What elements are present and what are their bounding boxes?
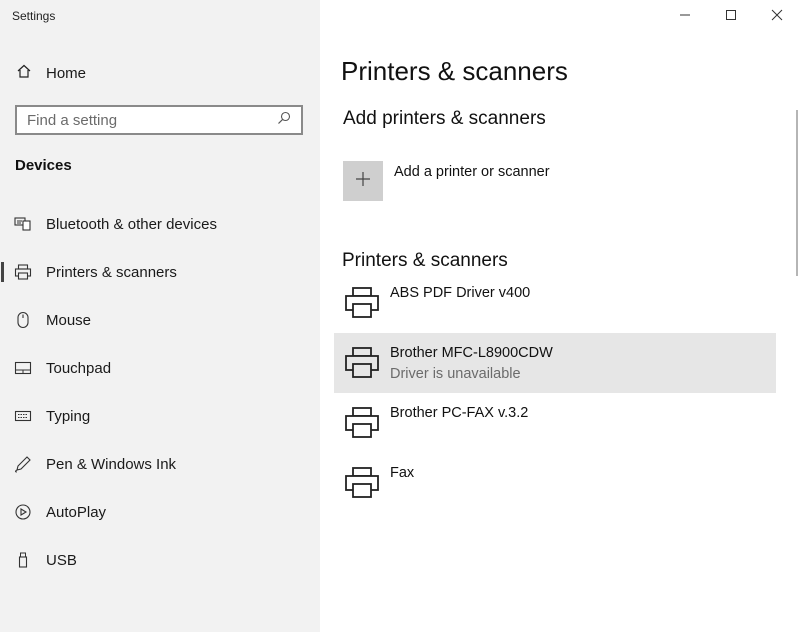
keyboard-icon <box>14 407 32 425</box>
sidebar-item-label: USB <box>46 551 77 569</box>
sidebar-item-bluetooth[interactable]: Bluetooth & other devices <box>0 200 320 248</box>
add-section-heading: Add printers & scanners <box>343 108 546 129</box>
sidebar-item-label: Pen & Windows Ink <box>46 455 177 473</box>
sidebar: Settings Home Devices Bluetooth & other … <box>0 0 320 632</box>
printers-list-heading: Printers & scanners <box>342 250 508 271</box>
printer-name: Fax <box>390 465 415 481</box>
close-icon <box>771 8 783 26</box>
sidebar-item-label: AutoPlay <box>46 503 107 521</box>
printer-item[interactable]: Brother MFC-L8900CDW Driver is unavailab… <box>334 333 776 393</box>
sidebar-item-touchpad[interactable]: Touchpad <box>0 344 320 392</box>
printer-item[interactable]: Fax <box>334 453 776 513</box>
sidebar-item-printers[interactable]: Printers & scanners <box>0 248 320 296</box>
sidebar-item-autoplay[interactable]: AutoPlay <box>0 488 320 536</box>
mouse-icon <box>14 311 32 329</box>
touchpad-icon <box>14 359 32 377</box>
sidebar-item-label: Typing <box>46 407 91 425</box>
minimize-icon <box>679 8 691 26</box>
usb-icon <box>14 551 32 569</box>
search-input[interactable] <box>27 111 257 129</box>
sidebar-item-typing[interactable]: Typing <box>0 392 320 440</box>
printer-icon <box>14 263 32 281</box>
printer-icon <box>344 466 380 505</box>
printer-icon <box>344 406 380 445</box>
search-box[interactable] <box>15 105 303 135</box>
scrollbar[interactable] <box>796 110 798 276</box>
printer-status: Driver is unavailable <box>390 366 521 382</box>
home-label: Home <box>46 64 87 82</box>
add-printer-button[interactable] <box>343 161 383 201</box>
page-title: Printers & scanners <box>341 56 568 86</box>
app-title: Settings <box>12 9 56 23</box>
sidebar-item-label: Mouse <box>46 311 92 329</box>
printer-name: Brother PC-FAX v.3.2 <box>390 405 529 421</box>
sidebar-item-usb[interactable]: USB <box>0 536 320 584</box>
maximize-button[interactable] <box>717 6 745 28</box>
autoplay-icon <box>14 503 32 521</box>
home-link[interactable]: Home <box>16 62 86 84</box>
section-label: Devices <box>15 157 72 174</box>
home-icon <box>16 63 32 83</box>
add-printer-label[interactable]: Add a printer or scanner <box>394 164 550 180</box>
printer-name: Brother MFC-L8900CDW <box>390 345 553 361</box>
sidebar-item-label: Printers & scanners <box>46 263 177 281</box>
bluetooth-devices-icon <box>14 215 32 233</box>
sidebar-item-label: Bluetooth & other devices <box>46 215 217 233</box>
printer-name: ABS PDF Driver v400 <box>390 285 531 301</box>
printer-item[interactable]: ABS PDF Driver v400 <box>334 273 776 333</box>
sidebar-item-mouse[interactable]: Mouse <box>0 296 320 344</box>
search-icon[interactable] <box>277 111 291 130</box>
printer-icon <box>344 346 380 385</box>
plus-icon <box>355 171 371 192</box>
pen-icon <box>14 455 32 473</box>
printer-icon <box>344 286 380 325</box>
sidebar-item-pen[interactable]: Pen & Windows Ink <box>0 440 320 488</box>
sidebar-item-label: Touchpad <box>46 359 112 377</box>
maximize-icon <box>725 8 737 26</box>
close-button[interactable] <box>763 6 791 28</box>
minimize-button[interactable] <box>671 6 699 28</box>
printer-item[interactable]: Brother PC-FAX v.3.2 <box>334 393 776 453</box>
sidebar-nav: Bluetooth & other devices Printers & sca… <box>0 200 320 584</box>
